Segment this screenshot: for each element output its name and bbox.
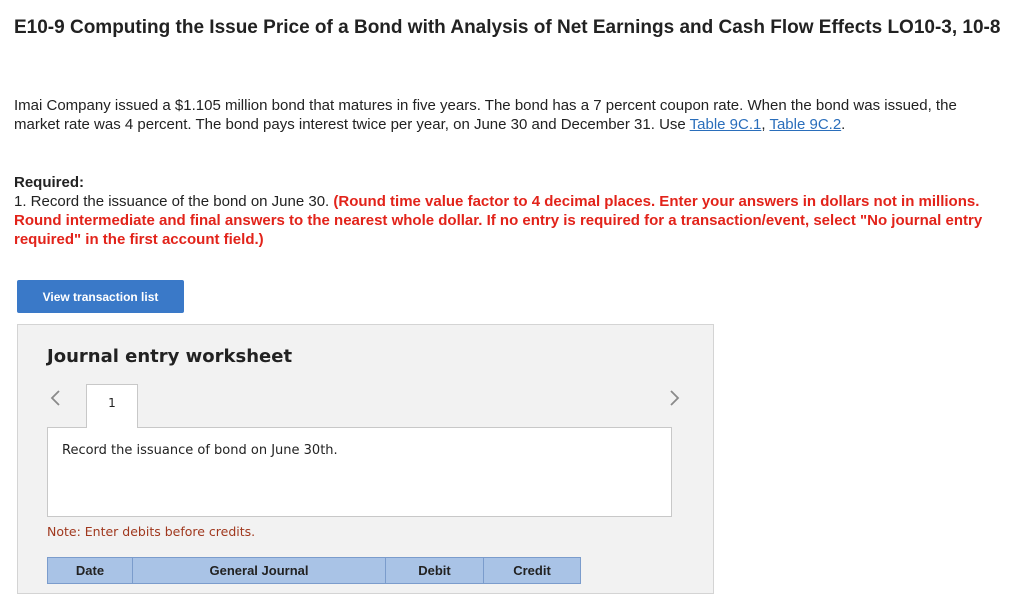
problem-title: E10-9 Computing the Issue Price of a Bon…: [14, 17, 1001, 38]
journal-header-row: Date General Journal Debit Credit: [47, 557, 581, 584]
worksheet-tab-1[interactable]: 1: [86, 384, 138, 428]
instruction-text: Record the issuance of bond on June 30th…: [62, 443, 338, 458]
column-header-debit: Debit: [385, 557, 484, 584]
problem-intro: Imai Company issued a $1.105 million bon…: [14, 96, 1004, 134]
chevron-left-icon[interactable]: [46, 387, 66, 411]
view-transaction-list-button[interactable]: View transaction list: [17, 280, 184, 313]
chevron-left-icon-svg: [50, 390, 60, 406]
note-text: Note: Enter debits before credits.: [47, 524, 256, 539]
chevron-right-icon-svg: [670, 390, 680, 406]
table-9c1-link[interactable]: Table 9C.1: [690, 116, 762, 133]
column-header-general-journal: General Journal: [132, 557, 386, 584]
journal-entry-worksheet: Journal entry worksheet 1 Record the iss…: [17, 324, 714, 594]
requirement: 1. Record the issuance of the bond on Ju…: [14, 192, 1004, 249]
required-heading: Required:: [14, 174, 85, 191]
column-header-date: Date: [47, 557, 133, 584]
table-9c2-link[interactable]: Table 9C.2: [769, 116, 841, 133]
worksheet-title: Journal entry worksheet: [47, 346, 293, 367]
requirement-text: 1. Record the issuance of the bond on Ju…: [14, 193, 334, 210]
chevron-right-icon[interactable]: [664, 387, 684, 411]
column-header-credit: Credit: [483, 557, 581, 584]
instruction-box: Record the issuance of bond on June 30th…: [47, 427, 672, 517]
journal-table: Date General Journal Debit Credit: [47, 557, 581, 584]
intro-end: .: [841, 116, 846, 133]
